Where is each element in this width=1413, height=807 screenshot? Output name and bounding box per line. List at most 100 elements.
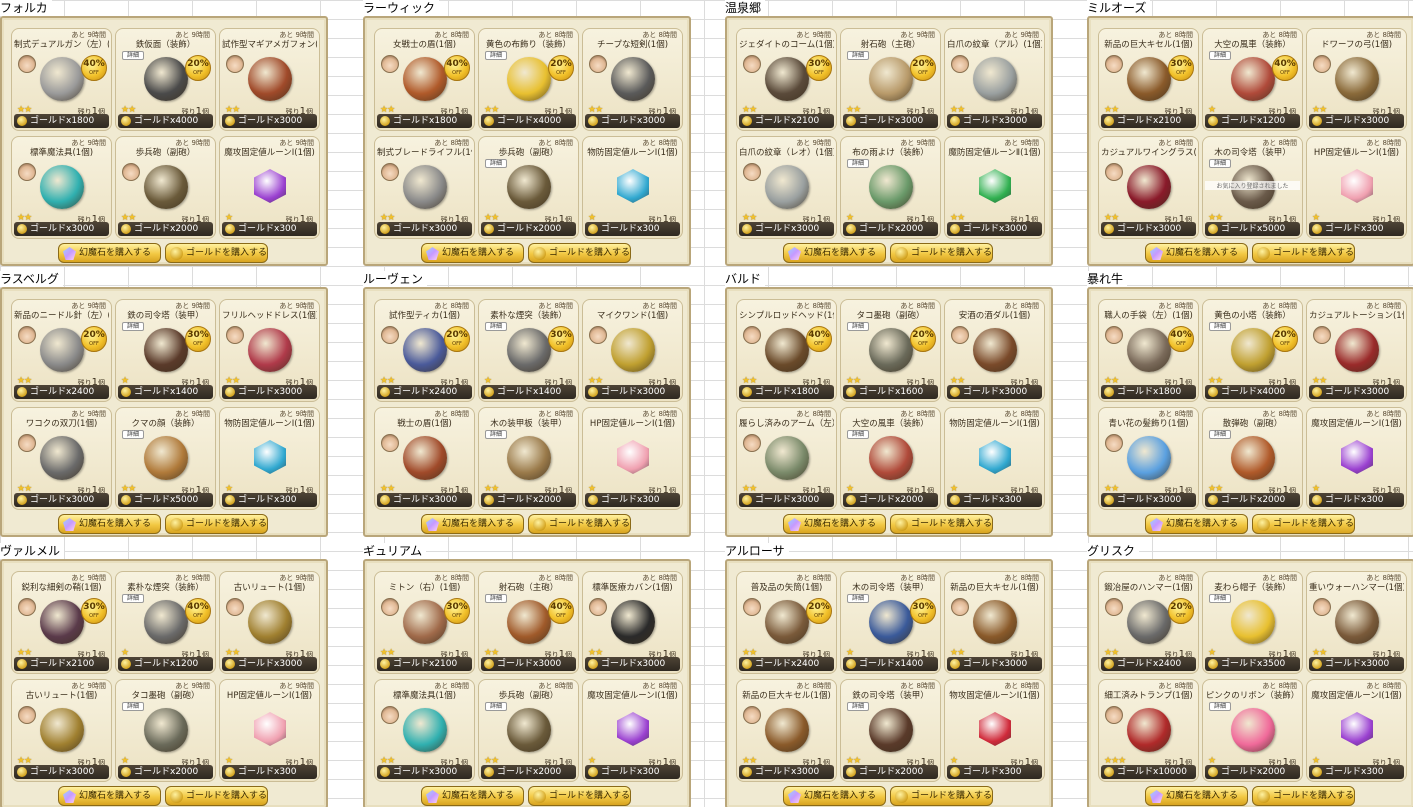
shop-item-card[interactable]: あと 9時間 射石砲（主砲） 詳細 20% OFF ★★ 残り1個 ゴールドx3000 — [840, 28, 941, 131]
detail-button[interactable]: 詳細 — [122, 51, 144, 60]
shop-item-card[interactable]: あと 8時間 チープな短剣(1個) ★★ 残り1個 ゴールドx3000 — [582, 28, 683, 131]
shop-item-card[interactable]: あと 8時間 普及品の矢筒(1個) 20% OFF ★★ 残り1個 ゴールドx2400 — [736, 571, 837, 674]
shop-item-card[interactable]: あと 8時間 射石砲（主砲） 詳細 40% OFF ★★ 残り1個 ゴールドx3000 — [478, 571, 579, 674]
shop-item-card[interactable]: あと 9時間 布の雨よけ（装飾） 詳細 ★ 残り1個 ゴールドx2000 — [840, 136, 941, 239]
price-button[interactable]: ゴールドx1200 — [1205, 114, 1300, 128]
detail-button[interactable]: 詳細 — [485, 702, 507, 711]
price-button[interactable]: ゴールドx3000 — [14, 765, 109, 779]
price-button[interactable]: ゴールドx2000 — [118, 222, 213, 236]
shop-item-card[interactable]: あと 8時間 木の司令塔（装甲） 詳細 お気に入り登録されました ★★ 残り1個 ゴールドx… — [1202, 136, 1303, 239]
detail-button[interactable]: 詳細 — [1209, 594, 1231, 603]
shop-item-card[interactable]: あと 8時間 職人の手袋（左）(1個) 40% OFF ★★ 残り1個 ゴールドx1800 — [1098, 299, 1199, 402]
shop-item-card[interactable]: あと 9時間 鉄の司令塔（装甲） 詳細 30% OFF ★ 残り1個 ゴールドx1400 — [115, 299, 216, 402]
price-button[interactable]: ゴールドx2000 — [1205, 493, 1300, 507]
shop-item-card[interactable]: あと 9時間 古いリュート(1個) ★★ 残り1個 ゴールドx3000 — [11, 679, 112, 782]
shop-item-card[interactable]: あと 8時間履らし済みのアーム（左）(1個)★★残り1個ゴールドx3000 — [736, 407, 837, 510]
price-button[interactable]: ゴールドx3000 — [947, 222, 1042, 236]
detail-button[interactable]: 詳細 — [847, 322, 869, 331]
detail-button[interactable]: 詳細 — [847, 594, 869, 603]
detail-button[interactable]: 詳細 — [485, 322, 507, 331]
shop-item-card[interactable]: あと 8時間 散弾砲（副砲） 詳細 ★★ 残り1個 ゴールドx2000 — [1202, 407, 1303, 510]
price-button[interactable]: ゴールドx3000 — [739, 765, 834, 779]
shop-item-card[interactable]: あと 9時間 魔攻固定値ルーンⅠ(1個) ★ 残り1個 ゴールドx300 — [219, 136, 320, 239]
price-button[interactable]: ゴールドx300 — [947, 493, 1042, 507]
detail-button[interactable]: 詳細 — [847, 51, 869, 60]
shop-item-card[interactable]: あと 9時間 素朴な煙突（装飾） 詳細 40% OFF ★ 残り1個 ゴールドx1200 — [115, 571, 216, 674]
shop-item-card[interactable]: あと 8時間 物防固定値ルーンⅠ(1個) ★ 残り1個 ゴールドx300 — [582, 136, 683, 239]
shop-item-card[interactable]: あと 8時間 標準魔法具(1個) ★★ 残り1個 ゴールドx3000 — [374, 679, 475, 782]
shop-item-card[interactable]: あと 8時間 新品の巨大キセル(1個) ★★ 残り1個 ゴールドx3000 — [944, 571, 1045, 674]
shop-item-card[interactable]: あと 9時間 白爪の紋章（レオ）(1個) ★★ 残り1個 ゴールドx3000 — [736, 136, 837, 239]
shop-item-card[interactable]: あと 9時間 古いリュート(1個) ★★ 残り1個 ゴールドx3000 — [219, 571, 320, 674]
detail-button[interactable]: 詳細 — [485, 159, 507, 168]
buy-magic-stone-button[interactable]: 幻魔石を購入する — [783, 786, 886, 806]
shop-item-card[interactable]: あと 8時間 重いウォーハンマー(1個) ★★ 残り1個 ゴールドx3000 — [1306, 571, 1407, 674]
shop-item-card[interactable]: あと 8時間 女戦士の盾(1個) 40% OFF ★★ 残り1個 ゴールドx1800 — [374, 28, 475, 131]
detail-button[interactable]: 詳細 — [847, 702, 869, 711]
shop-item-card[interactable]: あと 9時間 クマの顔（装飾） 詳細 ★★ 残り1個 ゴールドx5000 — [115, 407, 216, 510]
shop-item-card[interactable]: あと 8時間 カジュアルトーション(1個) ★★ 残り1個 ゴールドx3000 — [1306, 299, 1407, 402]
price-button[interactable]: ゴールドx3000 — [1309, 385, 1404, 399]
shop-item-card[interactable]: あと 8時間 魔攻固定値ルーンⅠ(1個) ★ 残り1個 ゴールドx300 — [1306, 679, 1407, 782]
detail-button[interactable]: 詳細 — [122, 594, 144, 603]
price-button[interactable]: ゴールドx1400 — [843, 657, 938, 671]
shop-item-card[interactable]: あと 8時間 魔攻固定値ルーンⅠ(1個) ★ 残り1個 ゴールドx300 — [1306, 407, 1407, 510]
buy-magic-stone-button[interactable]: 幻魔石を購入する — [421, 786, 524, 806]
price-button[interactable]: ゴールドx3000 — [585, 114, 680, 128]
shop-item-card[interactable]: あと 9時間制式デュアルガン（左）(1個)40%OFF★★残り1個ゴールドx18… — [11, 28, 112, 131]
price-button[interactable]: ゴールドx300 — [1309, 765, 1404, 779]
price-button[interactable]: ゴールドx3000 — [14, 493, 109, 507]
detail-button[interactable]: 詳細 — [122, 430, 144, 439]
price-button[interactable]: ゴールドx1600 — [843, 385, 938, 399]
buy-magic-stone-button[interactable]: 幻魔石を購入する — [1145, 243, 1248, 263]
buy-magic-stone-button[interactable]: 幻魔石を購入する — [1145, 514, 1248, 534]
detail-button[interactable]: 詳細 — [485, 51, 507, 60]
buy-magic-stone-button[interactable]: 幻魔石を購入する — [1145, 786, 1248, 806]
shop-item-card[interactable]: あと 8時間 大空の風車（装飾） 詳細 ★ 残り1個 ゴールドx2000 — [840, 407, 941, 510]
price-button[interactable]: ゴールドx2100 — [14, 657, 109, 671]
shop-item-card[interactable]: あと 8時間 戦士の盾(1個) ★★ 残り1個 ゴールドx3000 — [374, 407, 475, 510]
shop-item-card[interactable]: あと 8時間 タコ墨砲（副砲） 詳細 20% OFF ★★ 残り1個 ゴールドx1600 — [840, 299, 941, 402]
shop-item-card[interactable]: あと 8時間 麦わら帽子（装飾） 詳細 ★ 残り1個 ゴールドx3500 — [1202, 571, 1303, 674]
price-button[interactable]: ゴールドx300 — [222, 493, 317, 507]
shop-item-card[interactable]: あと 8時間 安酒の酒ダル(1個) ★★ 残り1個 ゴールドx3000 — [944, 299, 1045, 402]
detail-button[interactable]: 詳細 — [122, 702, 144, 711]
shop-item-card[interactable]: あと 8時間 新品の巨大キセル(1個) ★★ 残り1個 ゴールドx3000 — [736, 679, 837, 782]
detail-button[interactable]: 詳細 — [1209, 159, 1231, 168]
price-button[interactable]: ゴールドx3500 — [1205, 657, 1300, 671]
shop-item-card[interactable]: あと 8時間 黄色の布飾り（装飾） 詳細 20% OFF ★★ 残り1個 ゴールドx4000 — [478, 28, 579, 131]
price-button[interactable]: ゴールドx300 — [1309, 493, 1404, 507]
price-button[interactable]: ゴールドx3000 — [585, 385, 680, 399]
detail-button[interactable]: 詳細 — [485, 430, 507, 439]
price-button[interactable]: ゴールドx300 — [585, 493, 680, 507]
shop-item-card[interactable]: あと 8時間 HP固定値ルーンⅠ(1個) ★ 残り1個 ゴールドx300 — [582, 407, 683, 510]
price-button[interactable]: ゴールドx2400 — [377, 385, 472, 399]
shop-item-card[interactable]: あと 9時間 ワコクの双刀(1個) ★★ 残り1個 ゴールドx3000 — [11, 407, 112, 510]
buy-gold-button[interactable]: ゴールドを購入する — [1252, 243, 1355, 263]
price-button[interactable]: ゴールドx3000 — [947, 114, 1042, 128]
shop-item-card[interactable]: あと 8時間 物攻固定値ルーンⅠ(1個) ★ 残り1個 ゴールドx300 — [944, 679, 1045, 782]
shop-item-card[interactable]: あと 8時間 素朴な煙突（装飾） 詳細 30% OFF ★ 残り1個 ゴールドx1400 — [478, 299, 579, 402]
detail-button[interactable]: 詳細 — [1209, 322, 1231, 331]
price-button[interactable]: ゴールドx1400 — [118, 385, 213, 399]
price-button[interactable]: ゴールドx2100 — [377, 657, 472, 671]
shop-item-card[interactable]: あと 8時間 制式ブレードライフル(1個) ★★ 残り1個 ゴールドx3000 — [374, 136, 475, 239]
price-button[interactable]: ゴールドx4000 — [118, 114, 213, 128]
buy-gold-button[interactable]: ゴールドを購入する — [1252, 786, 1355, 806]
price-button[interactable]: ゴールドx3000 — [14, 222, 109, 236]
price-button[interactable]: ゴールドx300 — [585, 765, 680, 779]
price-button[interactable]: ゴールドx3000 — [947, 657, 1042, 671]
price-button[interactable]: ゴールドx1800 — [739, 385, 834, 399]
shop-item-card[interactable]: あと 9時間 ジェダイトのコーム(1個) 30% OFF ★★ 残り1個 ゴールドx2100 — [736, 28, 837, 131]
price-button[interactable]: ゴールドx3000 — [843, 114, 938, 128]
price-button[interactable]: ゴールドx3000 — [377, 222, 472, 236]
shop-item-card[interactable]: あと 8時間 青い花の髪飾り(1個) ★★ 残り1個 ゴールドx3000 — [1098, 407, 1199, 510]
shop-item-card[interactable]: あと 8時間 新品の巨大キセル(1個) 30% OFF ★★ 残り1個 ゴールドx2100 — [1098, 28, 1199, 131]
buy-magic-stone-button[interactable]: 幻魔石を購入する — [58, 514, 161, 534]
price-button[interactable]: ゴールドx3000 — [481, 657, 576, 671]
price-button[interactable]: ゴールドx300 — [585, 222, 680, 236]
price-button[interactable]: ゴールドx4000 — [1205, 385, 1300, 399]
price-button[interactable]: ゴールドx300 — [947, 765, 1042, 779]
price-button[interactable]: ゴールドx3000 — [377, 765, 472, 779]
detail-button[interactable]: 詳細 — [847, 159, 869, 168]
